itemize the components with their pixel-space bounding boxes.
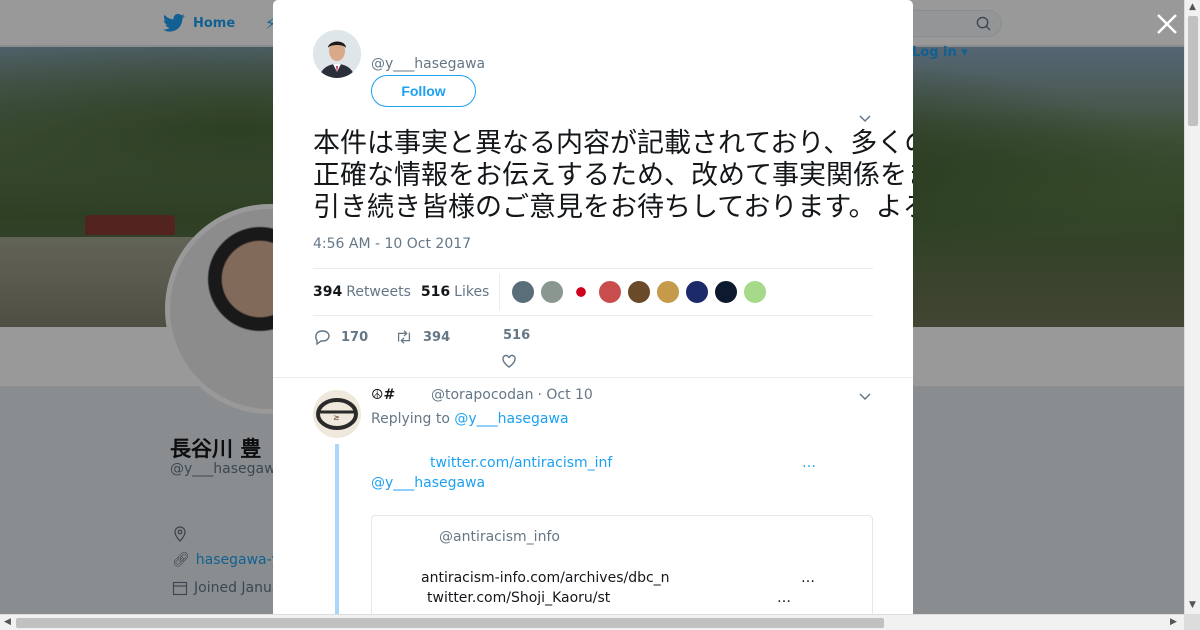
scrollbar-corner [1184, 614, 1200, 630]
chevron-down-icon[interactable] [858, 112, 872, 124]
retweet-count: 394 [423, 329, 451, 345]
liker-avatar[interactable] [714, 280, 739, 304]
likes-label: Likes [454, 284, 490, 300]
scroll-down-arrow-icon[interactable]: ▼ [1189, 600, 1196, 610]
retweet-icon [397, 330, 411, 344]
reply-action[interactable]: 170 [313, 328, 368, 346]
tweet-stats: 394 Retweets 516 Likes [313, 268, 873, 316]
tweet-author-handle[interactable]: @y___hasegawa [371, 56, 485, 72]
stats-divider [499, 274, 501, 310]
close-icon[interactable] [1154, 11, 1180, 37]
liker-avatar[interactable] [540, 280, 565, 304]
liker-avatar[interactable] [598, 280, 623, 304]
like-count: 516 [503, 328, 531, 343]
quoted-url-2-ellipsis: … [777, 590, 791, 606]
liker-avatar[interactable] [627, 280, 652, 304]
liker-avatar[interactable] [685, 280, 710, 304]
scroll-left-arrow-icon[interactable]: ◀ [4, 617, 11, 627]
reply-url-link[interactable]: twitter.com/antiracism_inf [430, 455, 612, 471]
heart-icon[interactable] [500, 352, 518, 370]
reply-avatar-image: ≥ [313, 390, 361, 438]
tweet-text: 本件は事実と異なる内容が記載されており、多くの方々が誤解されています。本当に申し… [313, 128, 913, 223]
liker-avatar[interactable] [569, 280, 594, 304]
reply-count: 170 [341, 329, 369, 345]
follow-button[interactable]: Follow [371, 75, 476, 107]
retweets-count: 394 [313, 284, 343, 300]
svg-text:≥: ≥ [333, 413, 340, 422]
retweets-stat[interactable]: 394 Retweets [313, 284, 411, 300]
tweet-actions: 170 394 516 [313, 328, 873, 368]
vertical-scrollbar-thumb[interactable] [1188, 16, 1198, 126]
reply-author-avatar[interactable]: ≥ [313, 390, 361, 438]
modal-divider [273, 377, 913, 378]
vertical-scrollbar[interactable]: ▲ ▼ [1184, 0, 1200, 614]
avatar-image [313, 30, 361, 78]
liker-avatar[interactable] [511, 280, 536, 304]
scroll-right-arrow-icon[interactable]: ▶ [1170, 617, 1177, 627]
liker-avatar[interactable] [743, 280, 768, 304]
liker-avatar[interactable] [656, 280, 681, 304]
like-count-label: 516 [503, 328, 530, 343]
reply-header: ☮# @torapocodan · Oct 10 [371, 387, 593, 403]
replying-prefix: Replying to [371, 411, 450, 427]
horizontal-scrollbar-thumb[interactable] [16, 618, 884, 628]
quoted-tweet[interactable]: @antiracism_info antiracism-info.com/arc… [371, 515, 873, 614]
likes-stat[interactable]: 516 Likes [421, 284, 489, 300]
reply-chevron-down-icon[interactable] [858, 390, 872, 402]
quoted-url-2[interactable]: twitter.com/Shoji_Kaoru/st [427, 590, 610, 606]
reply-url-ellipsis: … [802, 455, 816, 471]
quoted-tweet-handle: @antiracism_info [439, 529, 560, 545]
replying-to: Replying to @y___hasegawa [371, 411, 569, 427]
reply-author-handle[interactable]: @torapocodan [431, 387, 533, 403]
reply-time[interactable]: · Oct 10 [537, 387, 592, 403]
tweet-modal: @y___hasegawa Follow 本件は事実と異なる内容が記載されており… [273, 0, 913, 614]
reply-author-name[interactable]: ☮# [371, 387, 431, 403]
reply-icon [315, 330, 330, 346]
likers-list [511, 280, 768, 304]
quoted-url-1[interactable]: antiracism-info.com/archives/dbc_n [421, 570, 670, 586]
likes-count: 516 [420, 284, 451, 300]
replying-to-link[interactable]: @y___hasegawa [454, 411, 568, 427]
thread-line [335, 444, 339, 614]
tweet-timestamp[interactable]: 4:56 AM - 10 Oct 2017 [313, 236, 471, 252]
retweet-action[interactable]: 394 [395, 328, 450, 346]
tweet-author-avatar[interactable] [313, 30, 361, 78]
horizontal-scrollbar[interactable]: ◀ ▶ [0, 614, 1184, 630]
quoted-url-1-ellipsis: … [801, 570, 815, 586]
reply-mention-link[interactable]: @y___hasegawa [371, 475, 485, 491]
retweets-label: Retweets [346, 284, 411, 300]
scroll-up-arrow-icon[interactable]: ▲ [1189, 2, 1196, 12]
